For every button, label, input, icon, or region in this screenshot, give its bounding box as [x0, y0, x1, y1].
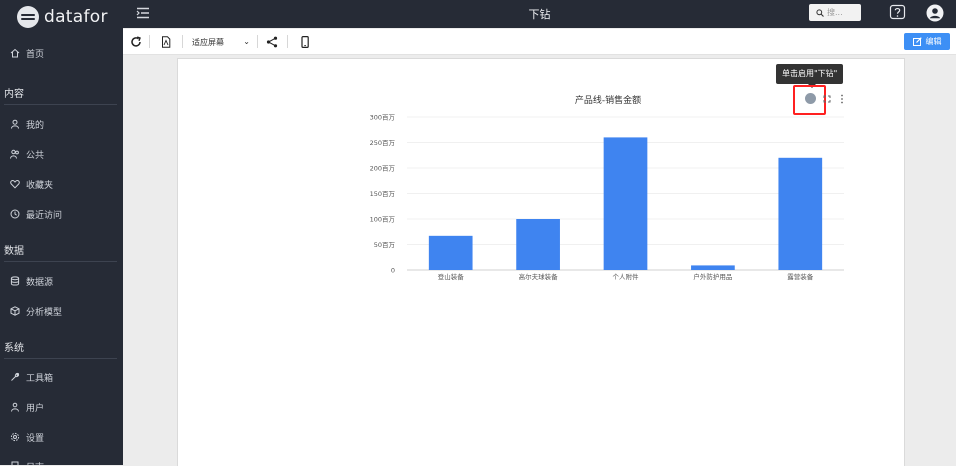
- wrench-icon: [11, 372, 20, 381]
- drill-tooltip: 单击启用"下钻": [776, 64, 844, 88]
- home-icon: [10, 48, 20, 58]
- bar[interactable]: [778, 157, 823, 270]
- gear-icon: [10, 432, 20, 442]
- top-bar: 下钻 搜...: [123, 0, 956, 28]
- refresh-icon[interactable]: [130, 36, 142, 48]
- toolbar-divider: [257, 35, 258, 48]
- heart-icon: [10, 179, 20, 189]
- y-tick-label: 250百万: [370, 139, 396, 147]
- sidebar-item-label: 用户: [26, 403, 45, 414]
- sidebar-item-toolbox[interactable]: 工具箱: [10, 369, 53, 385]
- y-tick-label: 100百万: [370, 216, 396, 224]
- help-icon[interactable]: [889, 4, 906, 21]
- sidebar-item-favorites[interactable]: 收藏夹: [10, 176, 53, 192]
- sidebar-item-label: 日志: [26, 460, 44, 466]
- bar[interactable]: [691, 265, 735, 270]
- sidebar-item-users[interactable]: 用户: [10, 399, 44, 415]
- divider: [4, 261, 117, 262]
- sidebar-item-label: 首页: [26, 49, 45, 60]
- sidebar-item-label: 最近访问: [26, 210, 63, 221]
- edit-icon: [912, 37, 922, 46]
- user-group-icon: [11, 402, 19, 412]
- sidebar-item-recent[interactable]: 最近访问: [10, 206, 62, 222]
- drill-down-icon[interactable]: [805, 93, 816, 104]
- sidebar-item-label: 分析模型: [26, 307, 63, 318]
- user-icon: [11, 119, 19, 129]
- sidebar-item-settings[interactable]: 设置: [10, 429, 44, 445]
- x-tick-label: 高尔夫球装备: [519, 272, 559, 281]
- account-icon[interactable]: [926, 4, 944, 22]
- y-tick-label: 0: [391, 267, 395, 275]
- sidebar-item-label: 公共: [26, 150, 45, 161]
- report-canvas: 0 50百万 100百万 150百万 200百万 250百万 300百万登山装备 高尔夫球装备…: [177, 58, 905, 466]
- toolbar: 适应屏幕 ⌄ 编辑: [123, 29, 956, 55]
- sidebar-item-label: 设置: [26, 433, 45, 444]
- divider: [4, 104, 117, 105]
- bar[interactable]: [428, 235, 473, 270]
- bar[interactable]: [516, 219, 560, 270]
- sidebar-item-mine[interactable]: 我的: [10, 116, 44, 132]
- y-tick-label: 200百万: [370, 165, 396, 173]
- edit-button[interactable]: 编辑: [904, 33, 950, 50]
- mobile-icon[interactable]: [299, 36, 311, 48]
- sidebar-item-model[interactable]: 分析模型: [10, 303, 62, 319]
- bar[interactable]: [603, 137, 648, 270]
- cube-icon: [10, 306, 20, 316]
- share-icon[interactable]: [266, 36, 278, 48]
- y-tick-label: 50百万: [374, 241, 396, 249]
- fullscreen-icon[interactable]: [823, 95, 831, 103]
- section-title-system: 系统: [4, 343, 24, 354]
- sidebar-item-label: 数据源: [26, 277, 54, 288]
- y-tick-label: 300百万: [370, 114, 396, 122]
- fit-screen-label: 适应屏幕: [192, 38, 224, 47]
- x-tick-label: 个人附件: [613, 272, 640, 281]
- users-icon: [10, 149, 19, 159]
- toolbar-divider: [287, 35, 288, 48]
- sidebar-item-logs[interactable]: 日志: [10, 458, 44, 465]
- more-options-icon[interactable]: [840, 94, 844, 104]
- edit-label: 编辑: [925, 37, 942, 46]
- sidebar-item-home[interactable]: 首页: [10, 45, 44, 61]
- database-icon: [10, 276, 20, 286]
- x-tick-label: 登山装备: [438, 272, 465, 281]
- pdf-export-icon[interactable]: [160, 36, 172, 48]
- search-placeholder: 搜...: [827, 8, 843, 17]
- log-icon: [11, 461, 19, 465]
- x-tick-label: 户外防护用品: [693, 272, 732, 281]
- toolbar-divider: [149, 35, 150, 48]
- clock-icon: [10, 209, 20, 219]
- logo-icon: [17, 6, 39, 28]
- search-input[interactable]: 搜...: [809, 4, 861, 21]
- y-tick-label: 150百万: [370, 190, 396, 198]
- logo-text: datafor: [44, 7, 108, 27]
- search-icon: [816, 8, 824, 17]
- sidebar-item-label: 收藏夹: [26, 180, 54, 191]
- x-tick-label: 露营装备: [787, 272, 814, 281]
- divider: [4, 358, 117, 359]
- sidebar-item-public[interactable]: 公共: [10, 146, 44, 162]
- sidebar: datafor 首页 内容 我的 公共 收藏夹 最近访问 数据 数据源 分析模型…: [0, 0, 123, 465]
- sidebar-item-label: 工具箱: [26, 373, 54, 384]
- fit-screen-select[interactable]: 适应屏幕 ⌄: [192, 37, 250, 48]
- toolbar-divider: [182, 35, 183, 48]
- sidebar-item-datasource[interactable]: 数据源: [10, 273, 53, 289]
- logo[interactable]: datafor: [17, 6, 108, 28]
- sidebar-item-label: 我的: [26, 120, 45, 131]
- section-title-data: 数据: [4, 246, 24, 257]
- section-title-content: 内容: [4, 89, 24, 100]
- chevron-down-icon: ⌄: [243, 37, 250, 46]
